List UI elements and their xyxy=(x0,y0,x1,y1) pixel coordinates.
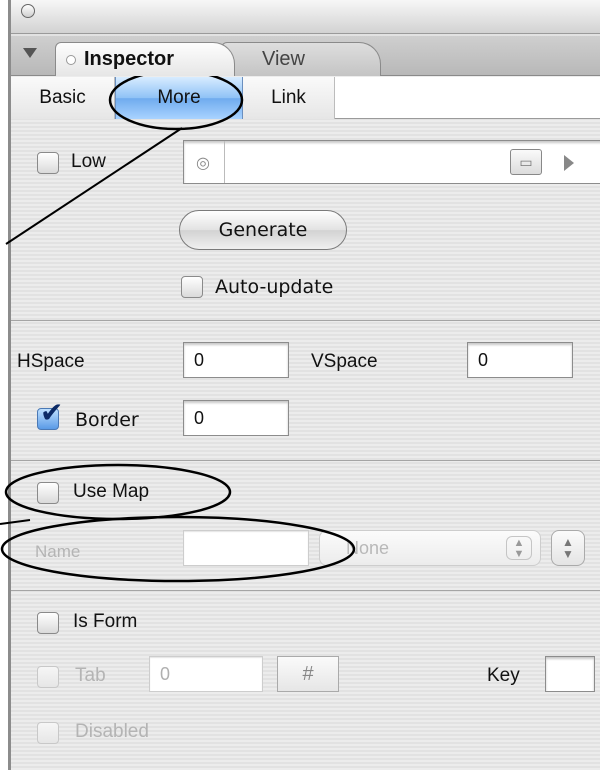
collapse-knob-icon[interactable] xyxy=(21,4,35,18)
disclosure-triangle-icon[interactable] xyxy=(23,48,37,58)
stepper-icon[interactable]: ▲ ▼ xyxy=(551,530,585,566)
target-icon: ◎ xyxy=(196,155,210,172)
vspace-label: VSpace xyxy=(311,351,378,372)
use-map-checkbox[interactable] xyxy=(37,482,59,504)
subtab-basic[interactable]: Basic xyxy=(11,77,115,119)
disabled-checkbox[interactable] xyxy=(37,722,59,744)
section-divider xyxy=(11,320,600,321)
generate-button[interactable]: Generate xyxy=(179,210,347,250)
inspector-panel: View Inspector Basic More Link Low ◎ ▭ G… xyxy=(8,0,600,770)
tab-checkbox[interactable] xyxy=(37,666,59,688)
title-bar xyxy=(11,0,600,34)
key-label: Key xyxy=(487,665,520,686)
hash-icon[interactable]: # xyxy=(277,656,339,692)
tab-indicator-icon xyxy=(66,55,76,65)
border-checkbox[interactable]: ✔ xyxy=(37,399,63,430)
section-divider xyxy=(11,590,600,591)
hspace-field[interactable]: 0 xyxy=(183,342,289,378)
tab-inspector-label: Inspector xyxy=(84,48,175,70)
map-popup[interactable]: None ▲ ▼ xyxy=(319,530,541,566)
vspace-field[interactable]: 0 xyxy=(467,342,573,378)
border-field[interactable]: 0 xyxy=(183,400,289,436)
tab-index-field[interactable]: 0 xyxy=(149,656,263,692)
map-name-label: Name xyxy=(35,542,81,561)
tab-inspector[interactable]: Inspector xyxy=(55,42,235,76)
tab-view[interactable]: View xyxy=(221,42,381,76)
border-label: Border xyxy=(75,409,139,431)
is-form-checkbox[interactable] xyxy=(37,612,59,634)
low-checkbox[interactable] xyxy=(37,152,59,174)
low-label: Low xyxy=(71,151,106,172)
subtab-link[interactable]: Link xyxy=(243,77,335,119)
subtab-bar: Basic More Link xyxy=(11,77,600,119)
key-field[interactable] xyxy=(545,656,595,692)
low-src-field[interactable]: ◎ ▭ xyxy=(183,140,600,184)
map-name-field[interactable] xyxy=(183,530,309,566)
section-divider xyxy=(11,460,600,461)
hspace-label: HSpace xyxy=(17,351,85,372)
field-separator xyxy=(224,141,225,183)
tab-label: Tab xyxy=(75,665,106,686)
auto-update-label: Auto-update xyxy=(215,276,334,298)
tab-row: View Inspector xyxy=(11,36,600,76)
disabled-label: Disabled xyxy=(75,721,149,742)
auto-update-checkbox[interactable] xyxy=(181,276,203,298)
use-map-label: Use Map xyxy=(73,481,150,502)
checkmark-icon: ✔ xyxy=(40,397,64,428)
arrow-right-icon[interactable] xyxy=(564,155,574,171)
map-popup-value: None xyxy=(346,538,390,558)
folder-icon[interactable]: ▭ xyxy=(510,149,542,175)
popup-arrows-icon: ▲ ▼ xyxy=(506,536,532,560)
is-form-label: Is Form xyxy=(73,611,138,632)
subtab-more[interactable]: More xyxy=(115,77,243,119)
